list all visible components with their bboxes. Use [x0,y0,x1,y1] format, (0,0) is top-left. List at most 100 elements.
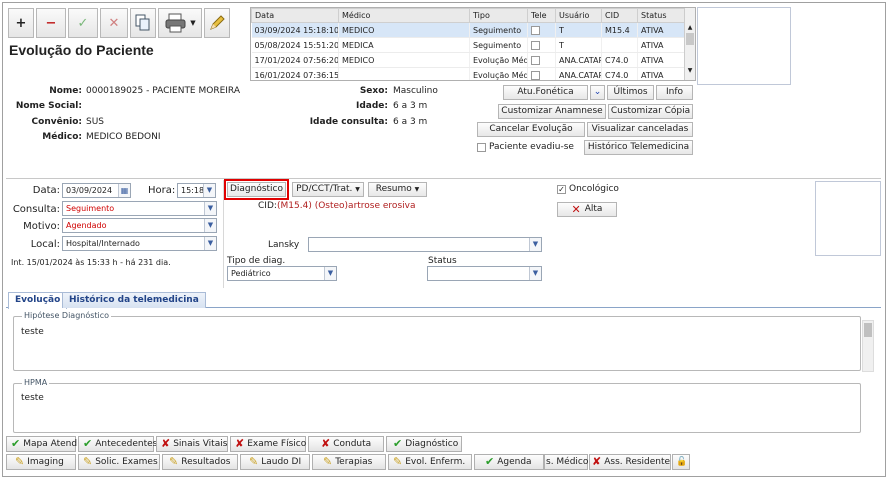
button-label: Terapias [335,457,373,467]
table-row[interactable]: 03/09/2024 15:18:10 MEDICO Seguimento T M15.… [251,22,686,38]
chevron-down-icon[interactable]: ▼ [529,238,541,251]
hora-field[interactable]: 15:18 ▼ [177,183,216,198]
tele-checkbox[interactable] [531,25,540,35]
pencil-icon: ✎ [15,455,25,468]
scroll-up-icon: ▲ [687,24,693,31]
historico-telemedicina-button[interactable]: Histórico Telemedicina [584,140,693,155]
col-status[interactable]: Status [637,8,686,23]
laudo-di-button[interactable]: ✎ Laudo DI [240,454,310,470]
solic-exames-button[interactable]: ✎ Solic. Exames [78,454,160,470]
chevron-down-icon[interactable]: ▼ [203,184,215,197]
consulta-select[interactable]: Seguimento ▼ [62,201,217,216]
conduta-button[interactable]: ✘ Conduta [308,436,384,452]
status-select[interactable]: ▼ [427,266,542,281]
copy-button[interactable] [130,8,156,38]
medico-button[interactable]: s. Médico [544,454,588,470]
close-icon: ✕ [571,203,581,216]
evol-enferm-button[interactable]: ✎ Evol. Enferm. [388,454,472,470]
lansky-select[interactable]: ▼ [308,237,542,252]
tab-historico-telemedicina[interactable]: Histórico da telemedicina [62,292,206,308]
tele-checkbox[interactable] [531,70,540,80]
close-icon: ✘ [235,437,245,450]
unlock-button[interactable]: 🔓 [672,454,690,470]
hipotese-section[interactable]: Hipótese Diagnóstico teste [13,311,861,371]
col-tipo[interactable]: Tipo [469,8,528,23]
check-icon: ✔ [11,437,21,450]
chevron-down-icon[interactable]: ▼ [529,267,541,280]
tipo-diag-select[interactable]: Pediátrico ▼ [227,266,337,281]
button-label: s. Médico [546,457,589,467]
antecedentes-button[interactable]: ✔ Antecedentes [78,436,157,452]
resumo-label: Resumo [375,184,412,194]
resultados-button[interactable]: ✎ Resultados [162,454,238,470]
ass-residente-button[interactable]: ✘ Ass. Residente [589,454,671,470]
local-select[interactable]: Hospital/Internado ▼ [62,236,217,251]
col-tele[interactable]: Tele [527,8,556,23]
diagnostico-button[interactable]: Diagnóstico [224,179,289,200]
chevron-down-icon[interactable]: ▼ [324,267,336,280]
oncologico-checkbox[interactable]: ✓ [557,185,566,194]
col-medico[interactable]: Médico [338,8,470,23]
hora-label: Hora: [148,185,176,196]
info-button[interactable]: Info [656,85,693,100]
alta-button[interactable]: ✕ Alta [557,202,617,217]
chevron-down-icon[interactable]: ▼ [204,219,216,232]
cancel-button[interactable]: ✕ [100,8,128,38]
paciente-evadiu-checkbox[interactable] [477,143,486,152]
cell: M15.4 [601,22,638,38]
scroll-thumb[interactable] [864,323,872,337]
pencil-icon: ✎ [169,455,179,468]
atu-fonetica-button[interactable]: Atu.Fonética [503,85,588,100]
print-button[interactable]: ▼ [158,8,202,38]
tele-checkbox[interactable] [531,55,540,65]
idade-consulta-label: Idade consulta: [309,117,388,127]
col-cid[interactable]: CID [601,8,638,23]
remove-button[interactable]: − [36,8,66,38]
cancelar-evolucao-button[interactable]: Cancelar Evolução [477,122,585,137]
add-button[interactable]: + [8,8,34,38]
cell: Seguimento [469,37,528,53]
cell: ATIVA [637,67,686,80]
motivo-select[interactable]: Agendado ▼ [62,218,217,233]
chevron-down-icon[interactable]: ⌄ [590,85,605,100]
agenda-button[interactable]: ✔ Agenda [474,454,544,470]
mapa-atend-button[interactable]: ✔ Mapa Atend. [6,436,80,452]
chevron-down-icon: ▼ [190,19,196,27]
visualizar-canceladas-button[interactable]: Visualizar canceladas [587,122,693,137]
exame-fisico-button[interactable]: ✘ Exame Físico [230,436,306,452]
edit-button[interactable] [204,8,230,38]
grid-scrollbar[interactable]: ▲ ▼ [684,8,695,80]
data-field[interactable]: 03/09/2024 ▦ [62,183,131,198]
confirm-button[interactable]: ✓ [68,8,98,38]
scroll-thumb[interactable] [686,33,694,45]
ultimos-button[interactable]: Últimos [607,85,654,100]
hpma-section[interactable]: HPMA teste [13,378,861,433]
imaging-button[interactable]: ✎ Imaging [6,454,76,470]
chevron-down-icon[interactable]: ▼ [204,237,216,250]
col-data[interactable]: Data [251,8,339,23]
tab-evolucao[interactable]: Evolução [8,292,68,309]
cell: Seguimento [469,22,528,38]
col-usuario[interactable]: Usuário [555,8,602,23]
table-row[interactable]: 05/08/2024 15:51:20 MEDICA Seguimento T ATIV… [251,37,686,53]
tele-checkbox[interactable] [531,40,540,50]
button-label: Conduta [333,439,372,449]
content-scrollbar[interactable] [862,320,874,372]
diagnostico-bottom-button[interactable]: ✔ Diagnóstico [386,436,462,452]
photo-box [697,7,791,85]
calendar-icon[interactable]: ▦ [118,184,130,197]
table-row[interactable]: 16/01/2024 07:36:15 Evolução Médi ANA.CATA… [251,67,686,80]
nome-value: 0000189025 - PACIENTE MOREIRA [86,86,240,96]
history-grid[interactable]: Data Médico Tipo Tele Usuário CID Status… [250,7,696,81]
customizar-copia-button[interactable]: Customizar Cópia [608,104,693,119]
unlock-icon: 🔓 [676,457,688,467]
chevron-down-icon[interactable]: ▼ [204,202,216,215]
terapias-button[interactable]: ✎ Terapias [312,454,386,470]
sinais-vitais-button[interactable]: ✘ Sinais Vitais [156,436,228,452]
customizar-anamnese-button[interactable]: Customizar Anamnese [498,104,606,119]
pd-cct-trat-button[interactable]: PD/CCT/Trat. ▼ [292,182,364,197]
cell [527,22,556,38]
table-row[interactable]: 17/01/2024 07:56:20 MEDICO Evolução Médi AN… [251,52,686,68]
resumo-button[interactable]: Resumo ▼ [368,182,427,197]
local-value: Hospital/Internado [66,239,140,248]
